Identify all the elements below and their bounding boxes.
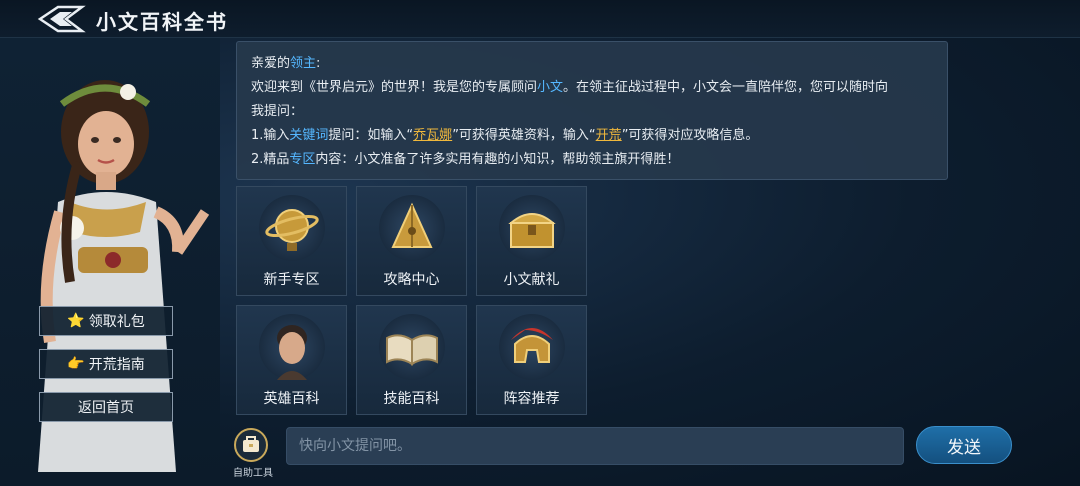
back-arrow-icon[interactable] xyxy=(36,4,86,34)
keyword-zone[interactable]: 专区 xyxy=(289,152,315,167)
tile-beginner-zone[interactable]: 新手专区 xyxy=(236,186,347,296)
tile-skill-encyclopedia[interactable]: 技能百科 xyxy=(356,305,467,415)
tile-label: 阵容推荐 xyxy=(503,391,560,407)
return-home-label: 返回首页 xyxy=(78,400,134,416)
tile-label: 小文献礼 xyxy=(503,272,560,288)
greeting-line: 亲爱的领主: xyxy=(251,56,321,71)
tile-strategy-center[interactable]: 攻略中心 xyxy=(356,186,467,296)
hero-portrait-icon xyxy=(259,314,325,380)
pioneer-guide-button[interactable]: 👉 开荒指南 xyxy=(39,349,173,379)
claim-gift-button[interactable]: ⭐ 领取礼包 xyxy=(39,306,173,336)
bottom-bar: 自助工具 发送 xyxy=(220,420,1080,486)
tile-label: 技能百科 xyxy=(383,391,440,407)
top-bar: 小文百科全书 xyxy=(0,0,1080,38)
keyword-keywords[interactable]: 关键词 xyxy=(289,128,328,143)
tile-label: 新手专区 xyxy=(263,272,320,288)
open-book-icon xyxy=(379,314,445,380)
feature-grid: 新手专区 攻略中心 小文献礼 英雄百科 技能百科 阵容推荐 xyxy=(236,186,590,415)
tile-hero-encyclopedia[interactable]: 英雄百科 xyxy=(236,305,347,415)
keyword-xiaowen[interactable]: 小文 xyxy=(537,80,563,95)
tip-line-2: 2.精品专区内容：小文准备了许多实用有趣的小知识，帮助领主旗开得胜！ xyxy=(251,152,680,167)
intro-line: 欢迎来到《世界启元》的世界！我是您的专属顾问小文。在领主征战过程中，小文会一直陪… xyxy=(251,80,889,95)
app-title: 小文百科全书 xyxy=(96,10,228,34)
intro-line-2: 我提问： xyxy=(251,104,304,119)
tile-label: 攻略中心 xyxy=(383,272,440,288)
star-icon: ⭐ xyxy=(67,313,85,329)
send-button[interactable]: 发送 xyxy=(916,426,1012,464)
question-input[interactable] xyxy=(286,427,904,465)
tip-line-1: 1.输入关键词提问：如输入“乔瓦娜”可获得英雄资料，输入“开荒”可获得对应攻略信… xyxy=(251,128,759,143)
tile-label: 英雄百科 xyxy=(263,391,320,407)
return-home-button[interactable]: 返回首页 xyxy=(39,392,173,422)
keyword-lord[interactable]: 领主 xyxy=(290,56,316,71)
pyramid-icon xyxy=(379,195,445,261)
pioneer-guide-label: 开荒指南 xyxy=(88,357,145,373)
pointing-hand-icon: 👉 xyxy=(67,356,85,372)
left-panel: ⭐ 领取礼包 👉 开荒指南 返回首页 xyxy=(0,38,220,486)
claim-gift-label: 领取礼包 xyxy=(88,314,145,330)
self-service-tool-button[interactable] xyxy=(234,428,268,462)
helmet-icon xyxy=(499,314,565,380)
tile-lineup-recommend[interactable]: 阵容推荐 xyxy=(476,305,587,415)
globe-icon xyxy=(259,195,325,261)
self-service-tool-label: 自助工具 xyxy=(233,468,273,479)
treasure-chest-icon xyxy=(499,195,565,261)
welcome-message: 亲爱的领主: 欢迎来到《世界启元》的世界！我是您的专属顾问小文。在领主征战过程中… xyxy=(236,41,948,180)
link-pioneer[interactable]: 开荒 xyxy=(596,128,622,143)
toolbox-icon xyxy=(243,436,259,452)
link-giovanna[interactable]: 乔瓦娜 xyxy=(413,128,452,143)
tile-xiaowen-gift[interactable]: 小文献礼 xyxy=(476,186,587,296)
